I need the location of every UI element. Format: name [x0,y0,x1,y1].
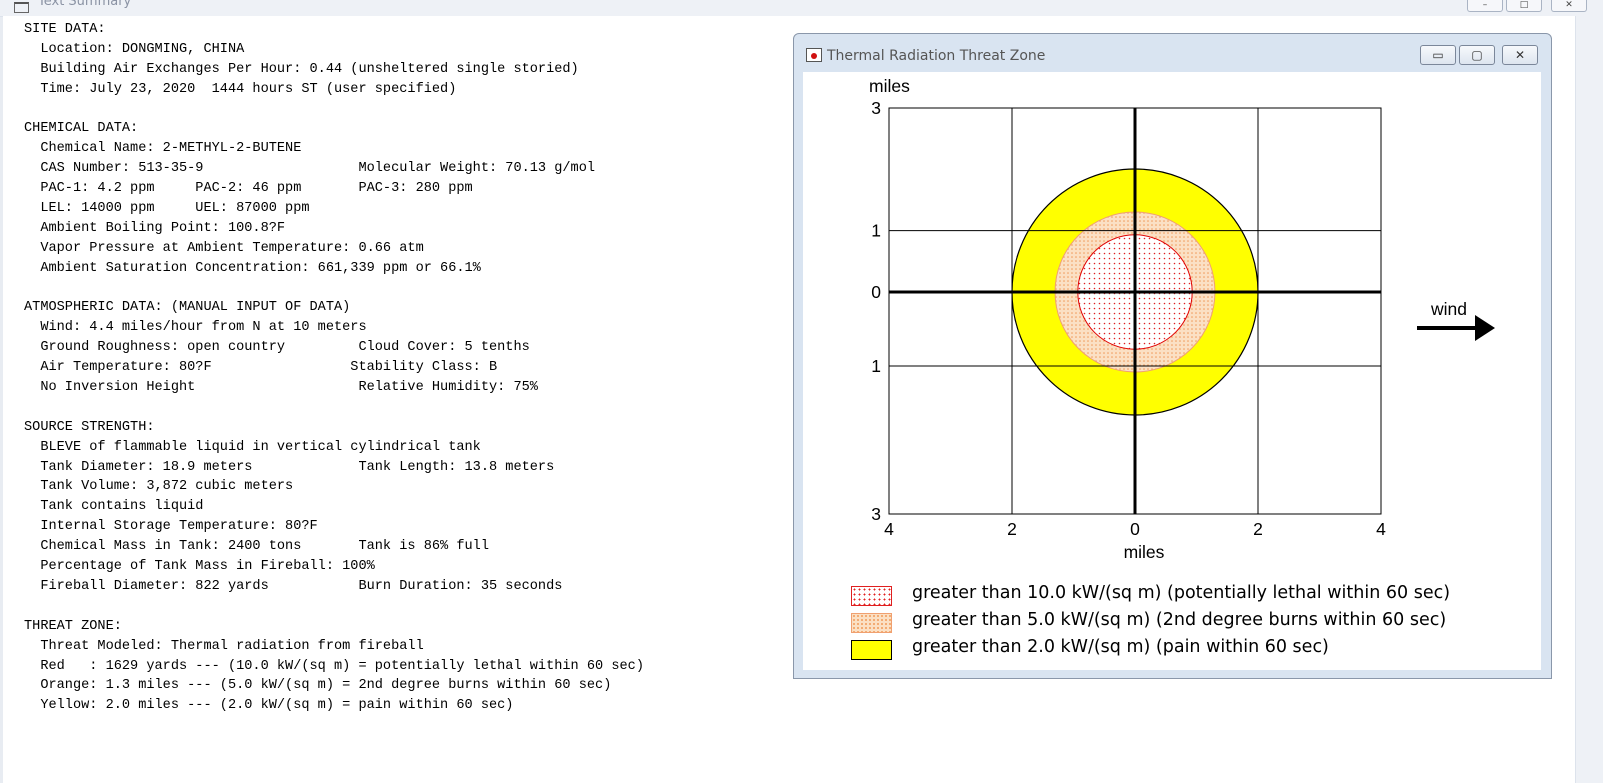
legend-label: greater than 10.0 kW/(sq m) (potentially… [912,583,1451,603]
summary-line: Time: July 23, 2020 1444 hours ST (user … [24,81,457,97]
x-tick-label: 0 [1130,519,1140,539]
summary-line: Tank contains liquid [24,499,204,515]
main-maximize-button[interactable]: □ [1506,0,1542,12]
summary-line [24,597,644,617]
summary-line: SITE DATA: [24,22,106,37]
summary-line: Tank Diameter: 18.9 meters Tank Length: … [24,459,555,475]
summary-line [24,100,644,120]
summary-line: Location: DONGMING, CHINA [24,41,245,57]
summary-line: THREAT ZONE: [24,618,122,634]
legend-swatch [851,586,892,606]
summary-line: Ground Roughness: open country Cloud Cov… [24,340,530,356]
y-tick-label: 1 [871,221,881,241]
y-axis-label: miles [869,76,910,96]
summary-line: Orange: 1.3 miles --- (5.0 kW/(sq m) = 2… [24,678,612,694]
y-tick-label: 3 [871,98,881,118]
main-window-title: Text Summary [38,0,132,9]
plot-grid [888,107,1382,515]
summary-line: BLEVE of flammable liquid in vertical cy… [24,439,481,455]
x-axis-label: miles [1124,542,1165,562]
summary-line: CAS Number: 513-35-9 Molecular Weight: 7… [24,161,596,177]
summary-line: Percentage of Tank Mass in Fireball: 100… [24,559,375,575]
summary-line: ATMOSPHERIC DATA: (MANUAL INPUT OF DATA) [24,300,351,316]
y-tick-label: 3 [871,504,881,524]
x-tick-label: 2 [1253,519,1263,539]
summary-line: Internal Storage Temperature: 80?F [24,519,318,535]
summary-line: Yellow: 2.0 miles --- (2.0 kW/(sq m) = p… [24,698,514,714]
legend-label: greater than 5.0 kW/(sq m) (2nd degree b… [912,610,1447,630]
summary-line: Ambient Saturation Concentration: 661,33… [24,260,481,276]
wind-label: wind [1430,299,1467,319]
threat-zone-title-bar[interactable]: Thermal Radiation Threat Zone ▭ ▢ ✕ [794,34,1551,70]
summary-line: LEL: 14000 ppm UEL: 87000 ppm [24,201,310,217]
summary-line: No Inversion Height Relative Humidity: 7… [24,380,538,396]
summary-line [24,398,644,418]
document-icon [14,2,29,13]
wind-arrow-head [1475,315,1495,341]
summary-line: Tank Volume: 3,872 cubic meters [24,479,294,495]
summary-line: Chemical Mass in Tank: 2400 tons Tank is… [24,539,489,555]
summary-line: Ambient Boiling Point: 100.8?F [24,220,286,236]
threat-zone-plot-area: miles miles 4202431013 wind greater than… [803,72,1541,670]
legend-swatch [851,613,892,633]
main-title-bar[interactable]: Text Summary – □ ✕ [0,0,1603,17]
threat-zone-chart: miles miles 4 2 0 2 431013 wind [869,76,1495,562]
summary-line: Wind: 4.4 miles/hour from N at 10 meters [24,320,367,336]
text-summary-content: SITE DATA: Location: DONGMING, CHINA Bui… [24,20,644,716]
summary-line: Threat Modeled: Thermal radiation from f… [24,638,424,654]
chart-app-icon [806,48,822,62]
legend-label: greater than 2.0 kW/(sq m) (pain within … [912,637,1329,657]
x-tick-label: 2 [1007,519,1017,539]
summary-line: SOURCE STRENGTH: [24,419,155,435]
x-tick-label: 4 [1376,519,1386,539]
summary-line [24,279,644,299]
summary-line: PAC-1: 4.2 ppm PAC-2: 46 ppm PAC-3: 280 … [24,181,473,197]
vertical-scrollbar[interactable] [1575,16,1603,783]
main-close-button[interactable]: ✕ [1551,0,1587,12]
threat-zone-window-title: Thermal Radiation Threat Zone [827,48,1046,64]
main-minimize-button[interactable]: – [1467,0,1503,12]
threat-zone-minimize-button[interactable]: ▭ [1420,45,1456,65]
wind-indicator: wind [1417,299,1495,341]
summary-line: Red : 1629 yards --- (10.0 kW/(sq m) = p… [24,658,644,674]
y-tick-label: 0 [871,282,881,302]
summary-line: Vapor Pressure at Ambient Temperature: 0… [24,240,424,256]
threat-zone-maximize-button[interactable]: ▢ [1459,45,1495,65]
legend-swatch [851,640,892,660]
summary-line: Fireball Diameter: 822 yards Burn Durati… [24,578,563,594]
summary-line: Building Air Exchanges Per Hour: 0.44 (u… [24,61,579,77]
summary-line: Air Temperature: 80?F Stability Class: B [24,360,498,376]
x-tick-label: 4 [884,519,894,539]
summary-line: Chemical Name: 2-METHYL-2-BUTENE [24,141,302,157]
summary-line: CHEMICAL DATA: [24,121,139,137]
y-tick-label: 1 [871,356,881,376]
threat-zone-window[interactable]: Thermal Radiation Threat Zone ▭ ▢ ✕ mile… [793,33,1552,679]
threat-zone-close-button[interactable]: ✕ [1502,45,1538,65]
